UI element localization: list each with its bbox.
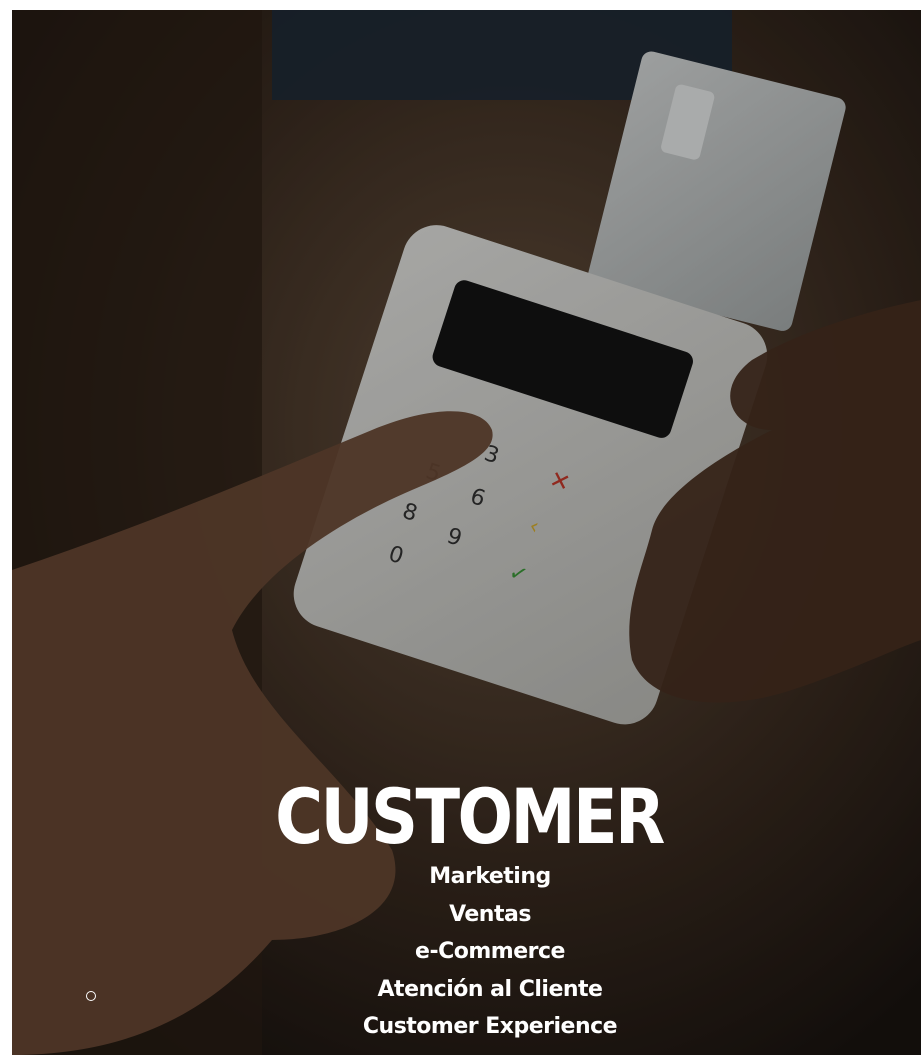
slide-indicator-dot[interactable] <box>86 991 96 1001</box>
menu-item-ecommerce[interactable]: e-Commerce <box>280 933 700 971</box>
category-menu: Marketing Ventas e-Commerce Atención al … <box>280 858 700 1046</box>
menu-item-ventas[interactable]: Ventas <box>280 896 700 934</box>
menu-item-customer-experience[interactable]: Customer Experience <box>280 1008 700 1046</box>
menu-item-marketing[interactable]: Marketing <box>280 858 700 896</box>
hero-banner: 3 5 6 8 9 0 ✕ ‹ ✓ CUSTOMER Marketing Ven… <box>12 10 921 1055</box>
menu-item-atencion-al-cliente[interactable]: Atención al Cliente <box>280 971 700 1009</box>
hero-title: CUSTOMER <box>275 772 665 861</box>
